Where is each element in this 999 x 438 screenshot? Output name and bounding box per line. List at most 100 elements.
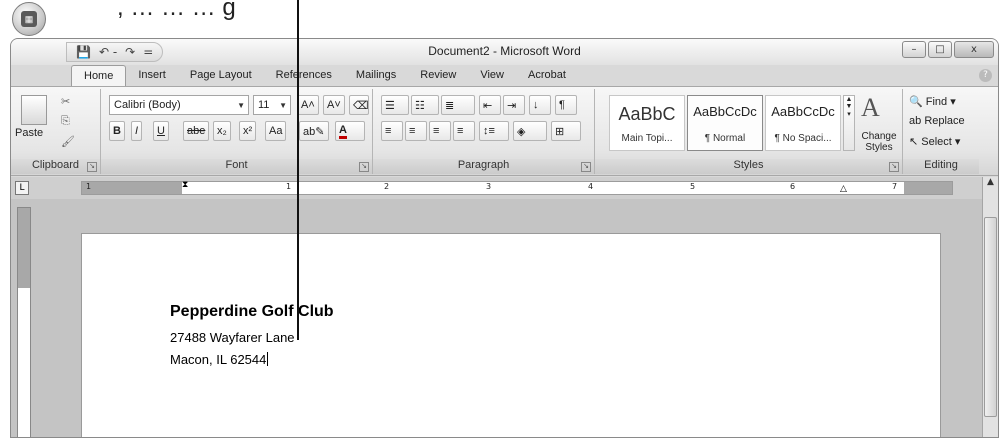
binoculars-icon: 🔍 [909, 96, 923, 108]
find-button[interactable]: 🔍 Find ▾ [909, 95, 956, 108]
ribbon: Paste ✂ ⎘ 🖌 Clipboard ↘ Calibri (Body) ▼… [11, 86, 998, 176]
justify-icon[interactable]: ≡ [453, 121, 475, 141]
sort-icon[interactable]: ↓ [529, 95, 551, 115]
vertical-ruler[interactable] [17, 207, 31, 437]
font-size-value: 11 [258, 99, 270, 111]
paste-button[interactable]: Paste [15, 127, 43, 139]
chevron-down-icon: ▼ [237, 100, 245, 110]
right-indent-marker-icon[interactable]: △ [840, 184, 847, 194]
shrink-font-button[interactable]: A˅ [323, 95, 345, 115]
window-title: Document2 - Microsoft Word [428, 44, 581, 58]
font-size-select[interactable]: 11 ▼ [253, 95, 291, 115]
select-button[interactable]: ↖ Select ▾ [909, 135, 960, 148]
superscript-button[interactable]: x² [239, 121, 257, 141]
window-controls: – □ x [902, 41, 994, 58]
maximize-button[interactable]: □ [928, 41, 952, 58]
style-name: Main Topi... [621, 133, 673, 144]
office-logo-icon: ▦ [21, 11, 37, 27]
style-no-spacing[interactable]: AaBbCcDc ¶ No Spaci... [765, 95, 841, 151]
replace-button[interactable]: ab Replace [909, 115, 965, 127]
copy-icon[interactable]: ⎘ [61, 115, 70, 128]
right-margin-area [904, 182, 952, 194]
cut-icon[interactable]: ✂ [61, 95, 70, 108]
style-normal[interactable]: AaBbCcDc ¶ Normal [687, 95, 763, 151]
style-main-topic[interactable]: AaBbC Main Topi... [609, 95, 685, 151]
tab-references[interactable]: References [264, 65, 344, 87]
tab-insert[interactable]: Insert [126, 65, 178, 87]
editing-group: 🔍 Find ▾ ab Replace ↖ Select ▾ Editing [903, 89, 979, 174]
vertical-ruler-text-area [18, 288, 30, 437]
grow-font-button[interactable]: A˄ [297, 95, 319, 115]
tab-review[interactable]: Review [408, 65, 468, 87]
left-margin-area [82, 182, 182, 194]
ruler-number: 1 [86, 182, 92, 191]
text-cursor [267, 352, 269, 366]
strikethrough-button[interactable]: abe [183, 121, 210, 141]
underline-button[interactable]: U [153, 121, 169, 141]
tab-view[interactable]: View [468, 65, 516, 87]
highlight-color-icon[interactable]: ab✎ [299, 121, 329, 141]
font-launcher-icon[interactable]: ↘ [359, 162, 369, 172]
bold-button[interactable]: B [109, 121, 125, 141]
align-left-icon[interactable]: ≡ [381, 121, 403, 141]
italic-button[interactable]: I [131, 121, 143, 141]
office-button[interactable]: ▦ [12, 2, 46, 36]
tab-selector-button[interactable]: L [15, 181, 29, 195]
vertical-scrollbar[interactable]: ▲ [982, 177, 998, 437]
help-icon[interactable]: ? [979, 69, 992, 82]
shading-icon[interactable]: ◈ [513, 121, 547, 141]
horizontal-ruler[interactable]: 1 1 2 3 4 5 6 7 ⧗ △ [81, 180, 953, 195]
change-styles-button[interactable]: Change Styles [857, 131, 901, 153]
align-center-icon[interactable]: ≡ [405, 121, 427, 141]
show-marks-button[interactable]: ¶ [555, 95, 577, 115]
styles-group: AaBbC Main Topi... AaBbCcDc ¶ Normal AaB… [595, 89, 903, 174]
close-button[interactable]: x [954, 41, 994, 58]
subscript-button[interactable]: x₂ [213, 121, 231, 141]
align-right-icon[interactable]: ≡ [429, 121, 451, 141]
font-group-label: Font [101, 159, 372, 174]
decrease-indent-icon[interactable]: ⇤ [479, 95, 501, 115]
tab-mailings[interactable]: Mailings [344, 65, 408, 87]
change-case-button[interactable]: Aa [265, 121, 287, 141]
callout-line [297, 0, 299, 340]
tab-home[interactable]: Home [71, 65, 127, 87]
increase-indent-icon[interactable]: ⇥ [503, 95, 525, 115]
borders-icon[interactable]: ⊞ [551, 121, 581, 141]
clear-formatting-icon[interactable]: ⌫ [349, 95, 369, 115]
line-spacing-icon[interactable]: ↕≡ [479, 121, 509, 141]
style-preview: AaBbCcDc [771, 104, 835, 119]
styles-group-label: Styles [595, 159, 902, 174]
font-color-icon[interactable]: A [335, 121, 365, 141]
paragraph-launcher-icon[interactable]: ↘ [581, 162, 591, 172]
styles-scroll-icon[interactable]: ▲ ▼ ▾ [843, 95, 855, 151]
indent-marker-icon[interactable]: ⧗ [182, 180, 188, 190]
ruler-number: 7 [892, 182, 898, 191]
tab-acrobat[interactable]: Acrobat [516, 65, 578, 87]
style-preview: AaBbCcDc [693, 104, 757, 119]
ruler-number: 2 [384, 182, 390, 191]
ruler-number: 3 [486, 182, 492, 191]
change-styles-icon[interactable]: A [861, 93, 880, 123]
chevron-down-icon: ▼ [279, 100, 287, 110]
select-label: Select [921, 136, 952, 148]
numbering-icon[interactable]: ☷ [411, 95, 439, 115]
ruler-number: 5 [690, 182, 696, 191]
styles-launcher-icon[interactable]: ↘ [889, 162, 899, 172]
clipboard-group: Paste ✂ ⎘ 🖌 Clipboard ↘ [11, 89, 101, 174]
bullets-icon[interactable]: ☰ [381, 95, 409, 115]
scroll-thumb[interactable] [984, 217, 997, 417]
find-label: Find [925, 96, 948, 108]
word-window: 💾 ↶ - ↷ = Document2 - Microsoft Word – □… [10, 38, 999, 438]
ruler-bar: L 1 1 2 3 4 5 6 7 ⧗ △ [11, 177, 998, 199]
clipboard-launcher-icon[interactable]: ↘ [87, 162, 97, 172]
city-text: Macon, IL 62544 [170, 352, 267, 367]
multilevel-list-icon[interactable]: ≣ [441, 95, 475, 115]
font-face-select[interactable]: Calibri (Body) ▼ [109, 95, 249, 115]
minimize-button[interactable]: – [902, 41, 926, 58]
ruler-number: 6 [790, 182, 796, 191]
ruler-number: 1 [286, 182, 292, 191]
format-painter-icon[interactable]: 🖌 [61, 135, 75, 148]
tab-page-layout[interactable]: Page Layout [178, 65, 264, 87]
paste-icon[interactable] [21, 95, 47, 125]
scroll-up-icon[interactable]: ▲ [983, 177, 998, 187]
